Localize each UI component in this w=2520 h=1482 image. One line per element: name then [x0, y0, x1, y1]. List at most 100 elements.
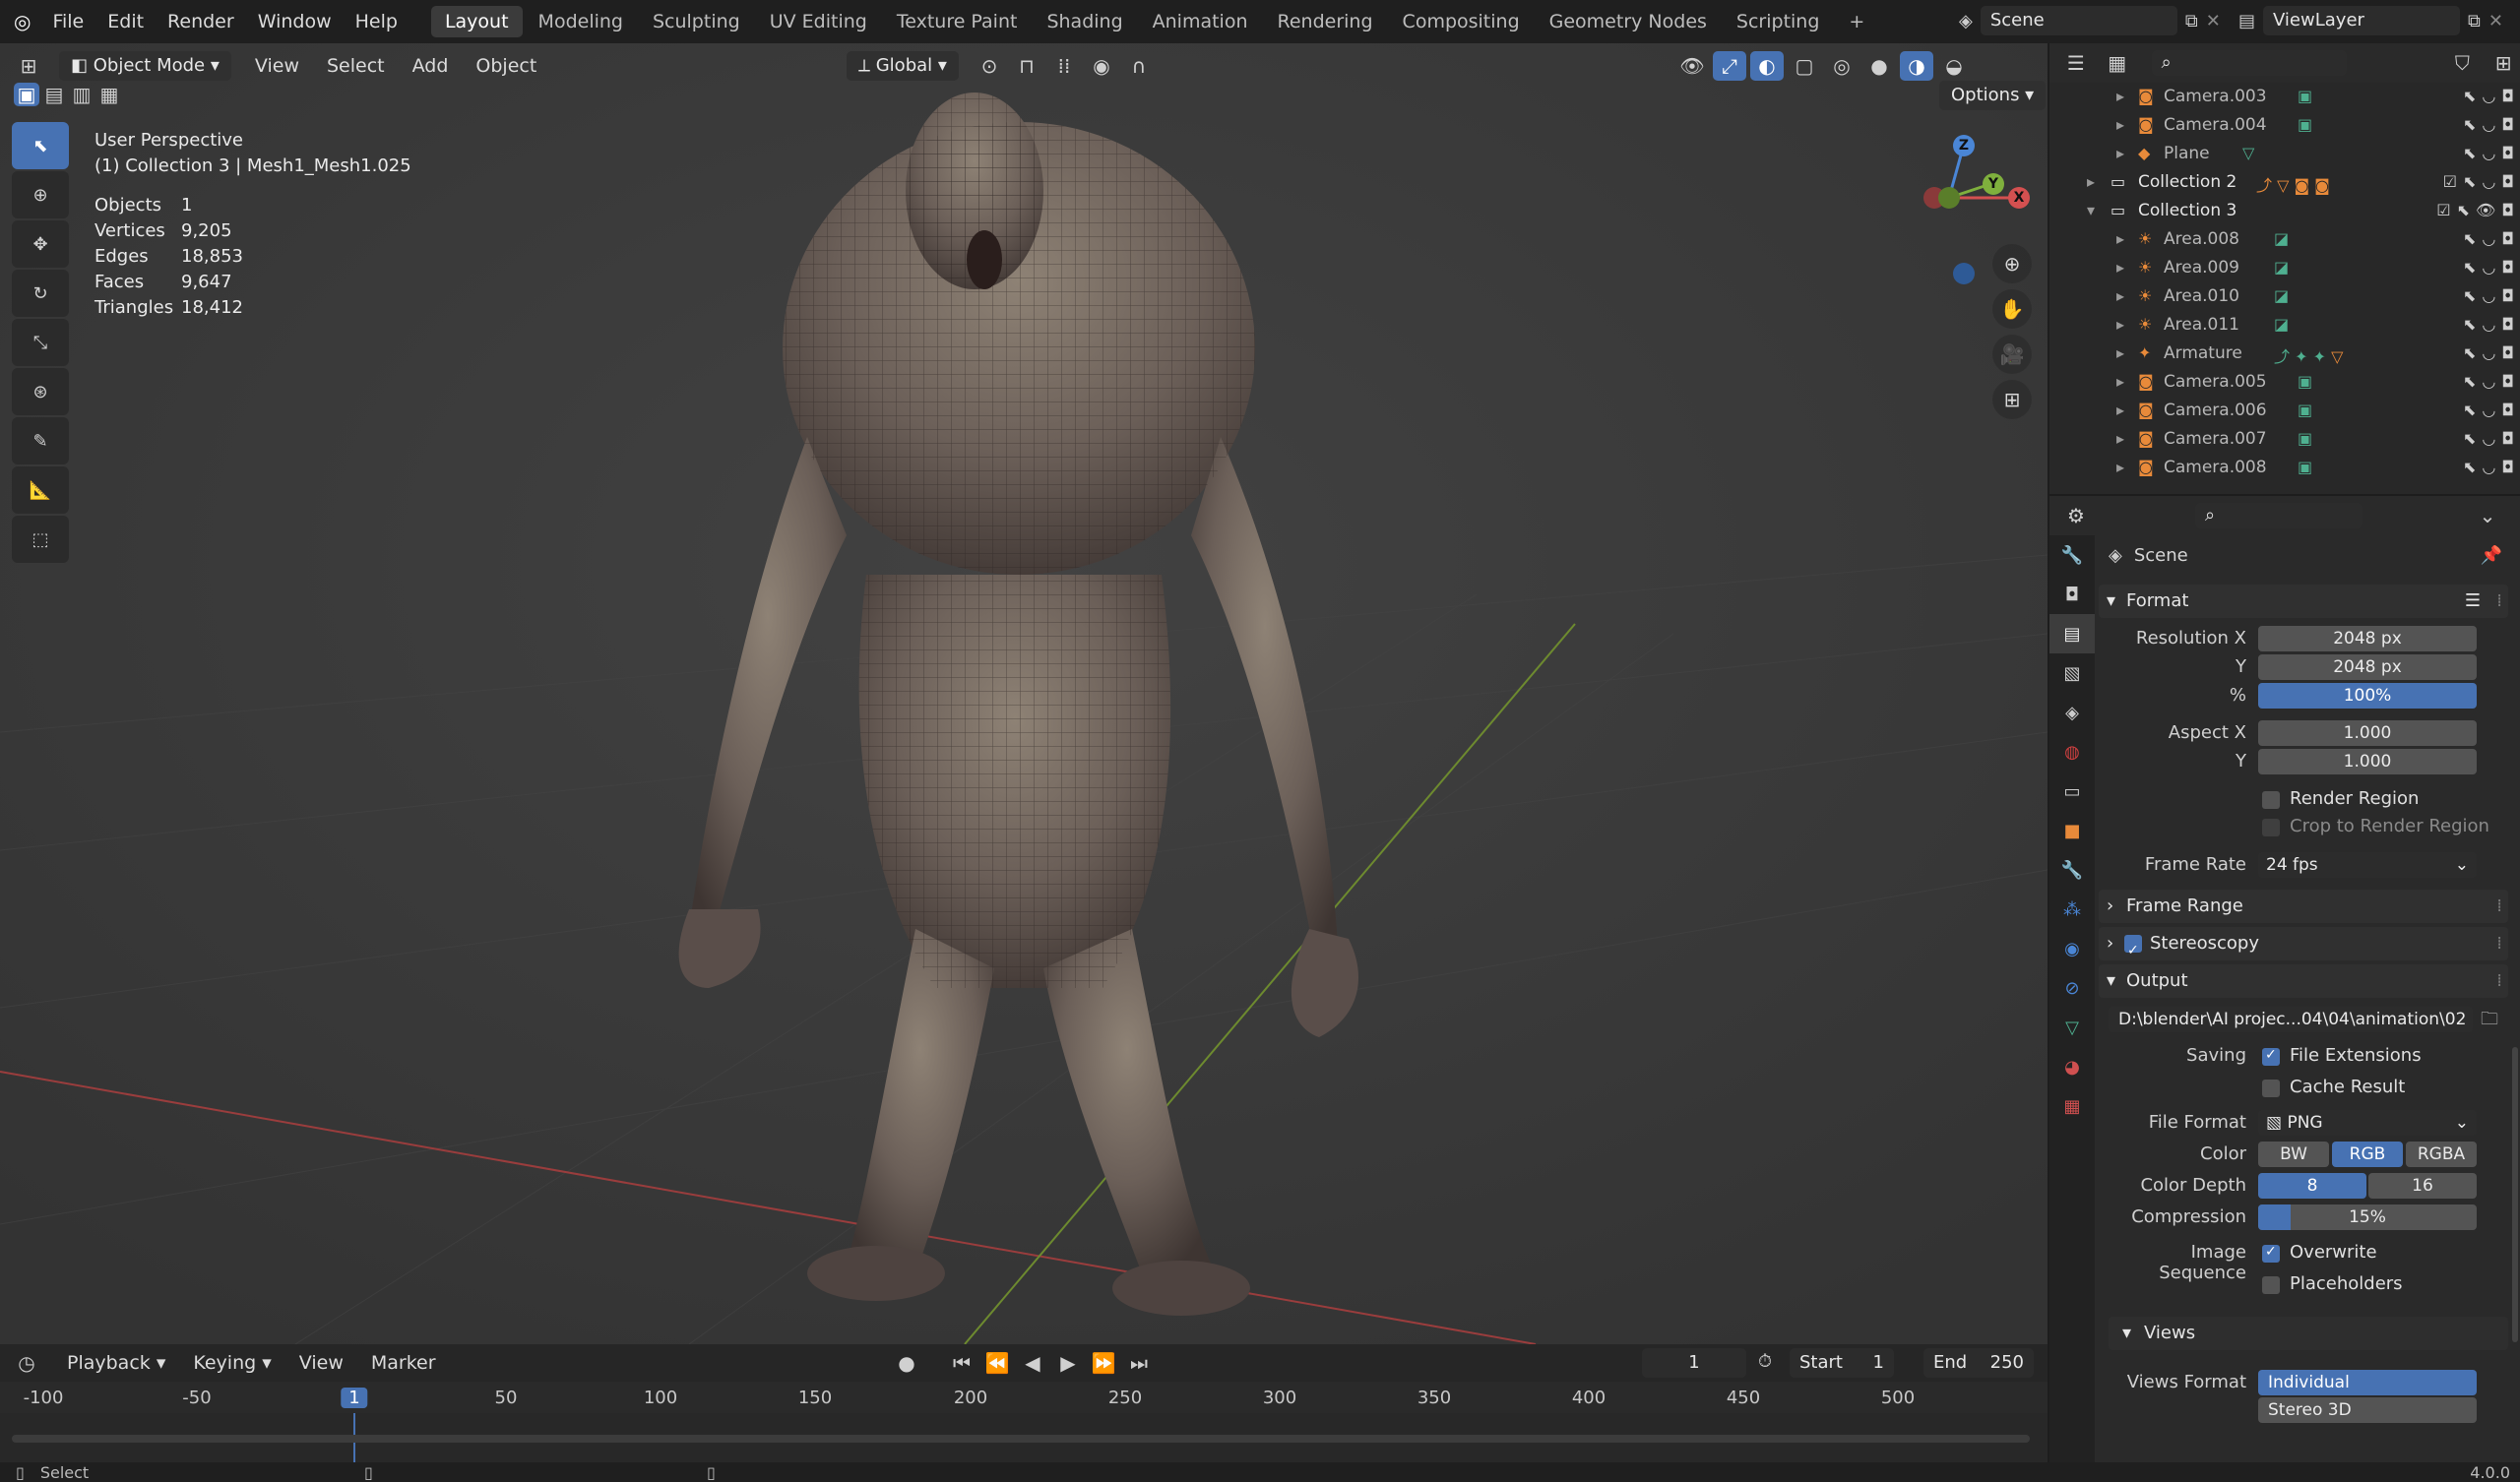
expand-arrow-icon[interactable]: ▸ — [2116, 286, 2124, 305]
add-workspace-icon[interactable]: + — [1835, 6, 1878, 37]
expand-arrow-icon[interactable]: ▸ — [2116, 87, 2124, 105]
outliner-row[interactable]: ▸ ▭ Collection 2 ⤴ ▽ ◙ ◙ ☑ ⬉ ◡ ◘ — [2049, 168, 2520, 197]
rotate-tool[interactable]: ↻ — [12, 270, 69, 317]
render-icon[interactable]: ◘ — [2501, 315, 2514, 334]
exclude-checkbox[interactable]: ☑ — [2443, 172, 2457, 191]
menu-file[interactable]: File — [40, 11, 95, 32]
editor-type-icon[interactable]: ⊞ — [12, 51, 45, 81]
tab-modifiers[interactable]: 🔧 — [2049, 850, 2095, 890]
tab-data[interactable]: ▽ — [2049, 1008, 2095, 1047]
expand-arrow-icon[interactable]: ▸ — [2116, 115, 2124, 134]
options-dropdown[interactable]: Options ▾ — [1939, 81, 2047, 110]
outliner-row[interactable]: ▸ ◙ Camera.005 ▣ ⬉ ◡ ◘ — [2049, 368, 2520, 397]
transform-orientation-dropdown[interactable]: ⟂ Global ▾ — [847, 51, 959, 81]
delete-viewlayer-icon[interactable]: ✕ — [2488, 11, 2503, 31]
presets-list-icon[interactable]: ☰ — [2465, 585, 2481, 618]
tab-constraints[interactable]: ⊘ — [2049, 968, 2095, 1008]
tab-geometry-nodes[interactable]: Geometry Nodes — [1536, 6, 1721, 37]
snap-icon[interactable]: ⊓ — [1010, 51, 1043, 81]
move-tool[interactable]: ✥ — [12, 220, 69, 268]
falloff-icon[interactable]: ∩ — [1122, 51, 1156, 81]
depth-16-button[interactable]: 16 — [2368, 1173, 2477, 1199]
current-frame-field[interactable]: 1 — [1642, 1348, 1746, 1378]
frame-rate-dropdown[interactable]: 24 fps ⌄ — [2258, 852, 2477, 878]
zoom-view-button[interactable]: ⊕ — [1992, 244, 2032, 283]
navigation-gizmo[interactable]: Z Y X — [1910, 127, 2030, 284]
selectable-icon[interactable]: ⬉ — [2463, 372, 2476, 391]
views-panel-header[interactable]: ▾ Views — [2109, 1317, 2508, 1350]
cache-result-checkbox[interactable] — [2262, 1080, 2280, 1097]
tab-rendering[interactable]: Rendering — [1264, 6, 1387, 37]
expand-arrow-icon[interactable]: ▸ — [2116, 401, 2124, 419]
tab-animation[interactable]: Animation — [1139, 6, 1262, 37]
new-viewlayer-icon[interactable]: ⧉ — [2468, 11, 2481, 31]
eye-closed-icon[interactable]: ◡ — [2482, 87, 2495, 105]
tab-physics[interactable]: ◉ — [2049, 929, 2095, 968]
format-panel-header[interactable]: ▾ Format ☰ ⁞ — [2099, 585, 2508, 618]
mode-dropdown[interactable]: ◧ Object Mode ▾ — [59, 51, 231, 81]
eye-closed-icon[interactable]: ◡ — [2482, 172, 2495, 191]
end-frame-field[interactable]: End 250 — [1923, 1348, 2034, 1378]
menu-select[interactable]: Select — [313, 55, 399, 77]
proportional-edit-icon[interactable]: ◉ — [1085, 51, 1118, 81]
ortho-toggle-button[interactable]: ⊞ — [1992, 380, 2032, 419]
tab-collection[interactable]: ▭ — [2049, 772, 2095, 811]
render-icon[interactable]: ◘ — [2501, 172, 2514, 191]
filter-icon[interactable]: ⛉ — [2445, 48, 2479, 78]
outliner-editor-type-icon[interactable]: ☰ — [2059, 48, 2093, 78]
visibility-icon[interactable]: 👁 — [1675, 51, 1709, 81]
drag-handle-icon[interactable]: ⁞ — [2496, 964, 2502, 998]
file-format-dropdown[interactable]: ▧ PNG ⌄ — [2258, 1110, 2477, 1136]
aspect-x-field[interactable]: 1.000 — [2258, 720, 2477, 746]
display-mode-icon[interactable]: ▦ — [2101, 48, 2134, 78]
crop-region-checkbox[interactable] — [2262, 819, 2280, 836]
render-icon[interactable]: ◘ — [2501, 258, 2514, 277]
render-icon[interactable]: ◘ — [2501, 458, 2514, 476]
outliner-row[interactable]: ▸ ☀ Area.008 ◪ ⬉ ◡ ◘ — [2049, 225, 2520, 254]
eye-closed-icon[interactable]: ◡ — [2482, 286, 2495, 305]
rendered-shading-icon[interactable]: ◒ — [1937, 51, 1971, 81]
gizmo-z-axis[interactable]: Z — [1953, 135, 1975, 156]
select-extend-icon[interactable]: ▤ — [41, 83, 67, 106]
selectable-icon[interactable]: ⬉ — [2463, 458, 2476, 476]
select-new-icon[interactable]: ▣ — [14, 83, 39, 106]
menu-window[interactable]: Window — [246, 11, 344, 32]
expand-arrow-icon[interactable]: ▸ — [2116, 458, 2124, 476]
properties-options-icon[interactable]: ⌄ — [2471, 501, 2504, 530]
delete-scene-icon[interactable]: ✕ — [2206, 11, 2221, 31]
eye-closed-icon[interactable]: ◡ — [2482, 315, 2495, 334]
menu-timeline-view[interactable]: View — [285, 1352, 357, 1374]
record-icon[interactable]: ● — [890, 1348, 923, 1378]
frame-range-panel-header[interactable]: › Frame Range ⁞ — [2099, 890, 2508, 923]
render-region-checkbox[interactable] — [2262, 791, 2280, 809]
stereoscopy-panel-header[interactable]: › Stereoscopy ⁞ — [2099, 927, 2508, 967]
timeline-scrollbar[interactable] — [12, 1435, 2030, 1443]
eye-closed-icon[interactable]: ◡ — [2482, 229, 2495, 248]
blender-logo-icon[interactable]: ◎ — [14, 10, 31, 33]
measure-tool[interactable]: 📐 — [12, 466, 69, 514]
pin-icon[interactable]: 📌 — [2481, 545, 2502, 566]
drag-handle-icon[interactable]: ⁞ — [2496, 890, 2502, 923]
tab-modeling[interactable]: Modeling — [525, 6, 637, 37]
selectable-icon[interactable]: ⬉ — [2463, 115, 2476, 134]
tab-particles[interactable]: ⁂ — [2049, 890, 2095, 929]
render-icon[interactable]: ◘ — [2501, 87, 2514, 105]
render-icon[interactable]: ◘ — [2501, 144, 2514, 162]
compression-slider[interactable]: 15% — [2258, 1204, 2477, 1230]
resolution-y-field[interactable]: 2048 px — [2258, 654, 2477, 680]
file-extensions-checkbox[interactable] — [2262, 1047, 2280, 1066]
menu-playback[interactable]: Playback ▾ — [53, 1352, 179, 1374]
render-icon[interactable]: ◘ — [2501, 286, 2514, 305]
placeholders-checkbox[interactable] — [2262, 1276, 2280, 1294]
current-frame-marker[interactable]: 1 — [341, 1388, 368, 1408]
jump-start-icon[interactable]: ⏮ — [945, 1348, 978, 1378]
menu-render[interactable]: Render — [156, 11, 246, 32]
selectable-icon[interactable]: ⬉ — [2463, 144, 2476, 162]
collapse-arrow-icon[interactable]: ▾ — [2087, 201, 2095, 219]
select-invert-icon[interactable]: ▦ — [96, 83, 122, 106]
tab-texture[interactable]: ▦ — [2049, 1086, 2095, 1126]
expand-arrow-icon[interactable]: ▸ — [2116, 229, 2124, 248]
resolution-percent-slider[interactable]: 100% — [2258, 683, 2477, 709]
views-individual-button[interactable]: Individual — [2258, 1370, 2477, 1395]
output-panel-header[interactable]: ▾ Output ⁞ — [2099, 964, 2508, 998]
